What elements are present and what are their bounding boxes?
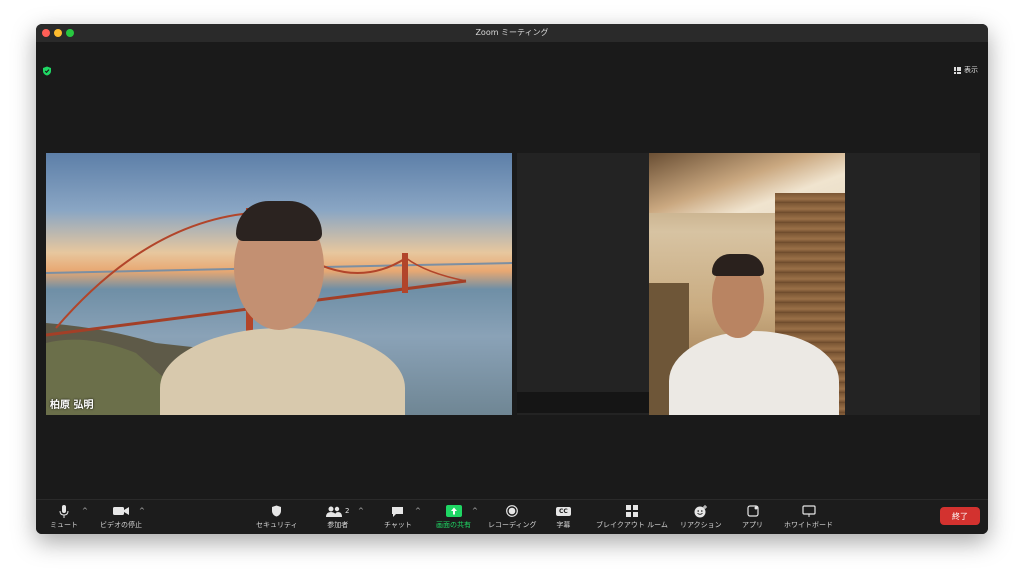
recording-label: レコーディング: [488, 521, 537, 529]
view-toggle-button[interactable]: 表示: [954, 65, 978, 75]
participants-label: 参加者: [327, 521, 349, 529]
cc-icon-text: CC: [556, 506, 571, 516]
whiteboard-button[interactable]: ホワイトボード: [784, 504, 833, 530]
reaction-smiley-icon: [694, 504, 708, 518]
title-bar: Zoom ミーティング: [36, 24, 988, 43]
participants-button[interactable]: 2 参加者: [326, 504, 349, 530]
stop-video-button[interactable]: ビデオの停止: [100, 504, 142, 530]
record-icon: [506, 504, 519, 518]
view-label: 表示: [964, 66, 978, 74]
grid-view-icon: [954, 66, 961, 74]
video-options-chevron-icon[interactable]: ^: [139, 507, 145, 515]
reactions-label: リアクション: [680, 521, 722, 529]
whiteboard-icon: [801, 504, 816, 518]
apps-button[interactable]: アプリ: [742, 504, 763, 530]
participant-hair: [712, 254, 764, 276]
chat-button[interactable]: チャット: [384, 504, 412, 530]
window-title: Zoom ミーティング: [475, 28, 549, 37]
security-label: セキュリティ: [256, 521, 298, 529]
chat-bubble-icon: [391, 504, 404, 518]
captions-button[interactable]: CC 字幕: [556, 504, 571, 530]
breakout-rooms-label: ブレイクアウト ルーム: [596, 521, 668, 529]
breakout-rooms-button[interactable]: ブレイクアウト ルーム: [596, 504, 668, 530]
share-screen-icon: [445, 504, 462, 518]
closed-captions-icon: CC: [556, 504, 571, 518]
participant-name-label: 柏原 弘明: [50, 400, 94, 411]
mute-button[interactable]: ミュート: [50, 504, 78, 530]
encryption-shield-icon[interactable]: [42, 66, 52, 76]
recording-button[interactable]: レコーディング: [488, 504, 537, 530]
mute-label: ミュート: [50, 521, 78, 529]
reactions-button[interactable]: リアクション: [680, 504, 722, 530]
video-camera-icon: [113, 504, 129, 518]
breakout-rooms-icon: [625, 504, 638, 518]
captions-label: 字幕: [556, 521, 571, 529]
chat-label: チャット: [384, 521, 412, 529]
participants-options-chevron-icon[interactable]: ^: [358, 507, 364, 515]
microphone-icon: [59, 504, 69, 518]
video-label: ビデオの停止: [100, 521, 142, 529]
meeting-toolbar: ミュート ^ ビデオの停止 ^ セキュリティ 2 参加者 ^ チャット ^ 画面…: [36, 499, 988, 534]
participant-video-tile[interactable]: [649, 153, 845, 415]
chat-options-chevron-icon[interactable]: ^: [415, 507, 421, 515]
participant-video-tile[interactable]: 柏原 弘明: [46, 153, 512, 415]
participants-count: 2: [345, 507, 350, 515]
share-screen-label: 画面の共有: [436, 521, 471, 529]
whiteboard-label: ホワイトボード: [784, 521, 833, 529]
apps-icon: [746, 504, 759, 518]
security-shield-icon: [271, 504, 282, 518]
end-meeting-button[interactable]: 終了: [940, 507, 980, 525]
zoom-window: Zoom ミーティング 表示 柏原 弘明 ミュート ^ ビデオの停止 ^ セキュ…: [36, 24, 988, 534]
share-screen-button[interactable]: 画面の共有: [436, 504, 471, 530]
video-stage: 表示 柏原 弘明: [36, 42, 988, 500]
tile-divider-strip: [517, 392, 665, 413]
share-options-chevron-icon[interactable]: ^: [472, 507, 478, 515]
security-button[interactable]: セキュリティ: [256, 504, 298, 530]
apps-label: アプリ: [742, 521, 763, 529]
participant-hair: [236, 201, 322, 241]
audio-options-chevron-icon[interactable]: ^: [82, 507, 88, 515]
participants-icon: 2: [326, 504, 349, 518]
